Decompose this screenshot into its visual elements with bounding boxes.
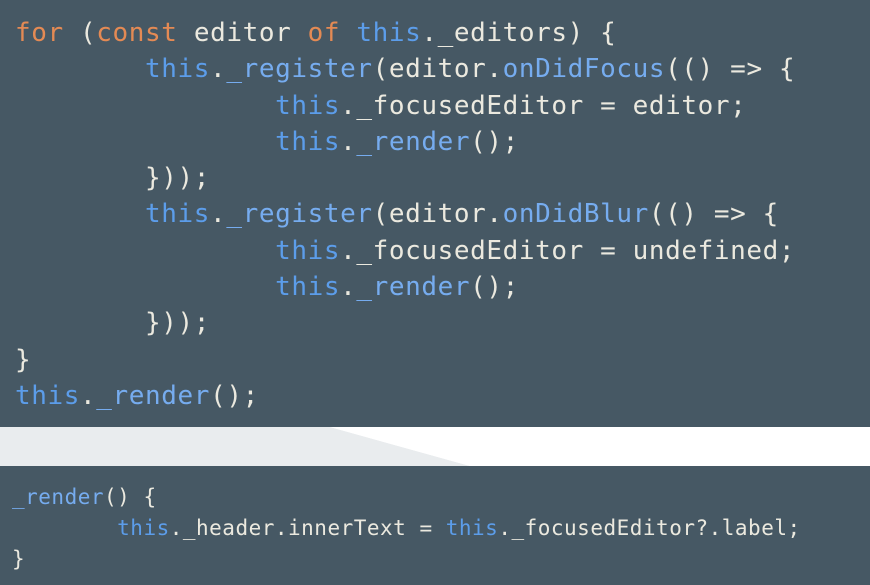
code-token: editor — [177, 18, 308, 48]
code-line: this._render(); — [15, 378, 870, 414]
code-token: (); — [210, 380, 259, 411]
code-line: this._register(editor.onDidFocus(() => { — [15, 51, 870, 87]
code-token: . — [210, 54, 227, 85]
code-line: this._header.innerText = this._focusedEd… — [12, 513, 870, 544]
code-panel-bottom: _render() { this._header.innerText = thi… — [0, 466, 870, 585]
panel-separator — [0, 427, 870, 466]
code-token: const — [96, 18, 178, 48]
code-token: this — [275, 235, 341, 266]
code-token: . — [340, 126, 357, 157]
code-line: this._register(editor.onDidBlur(() => { — [15, 196, 870, 232]
code-token: } — [15, 344, 32, 375]
code-token: ( — [63, 18, 97, 48]
code-token: _render — [356, 126, 471, 157]
code-token: this — [117, 516, 170, 540]
code-token: this — [275, 90, 341, 121]
code-token: _register — [226, 199, 373, 230]
code-line: } — [15, 342, 870, 378]
code-token: this — [275, 272, 341, 303]
code-token: ._header.innerText = — [169, 516, 446, 540]
code-panel-top: for (const editor of this._editors) { th… — [0, 0, 870, 427]
code-token: . — [210, 199, 227, 230]
code-token: })); — [145, 163, 211, 194]
code-token: ._editors) { — [421, 18, 617, 48]
code-token: this — [145, 54, 211, 85]
code-token: onDidFocus — [502, 54, 666, 85]
code-line: } — [12, 544, 870, 575]
code-line: this._render(); — [15, 124, 870, 160]
code-token: this — [356, 18, 422, 48]
code-token: this — [15, 380, 81, 411]
code-token: _register — [226, 54, 373, 85]
code-line: for (const editor of this._editors) { — [15, 15, 870, 51]
code-line: this._render(); — [15, 269, 870, 305]
code-token: (editor. — [372, 199, 503, 230]
code-line: })); — [15, 160, 870, 196]
code-token: this — [145, 199, 211, 230]
code-token: ._focusedEditor = undefined; — [340, 235, 796, 266]
code-token: this — [275, 126, 341, 157]
code-token: } — [12, 547, 26, 571]
code-token: })); — [145, 308, 211, 339]
code-token: (() => { — [665, 54, 796, 85]
code-token: (); — [470, 272, 519, 303]
code-line: })); — [15, 305, 870, 341]
code-token: of — [307, 18, 341, 48]
code-token: (editor. — [372, 54, 503, 85]
code-token: for — [15, 18, 64, 48]
code-token: ._focusedEditor?.label; — [498, 516, 801, 540]
code-token: (); — [470, 126, 519, 157]
code-token: (() => { — [648, 199, 779, 230]
code-token: . — [80, 380, 97, 411]
code-token: _render — [356, 272, 471, 303]
code-line: _render() { — [12, 482, 870, 513]
code-token: () { — [104, 485, 157, 509]
code-line: this._focusedEditor = editor; — [15, 88, 870, 124]
code-line: this._focusedEditor = undefined; — [15, 233, 870, 269]
code-token: this — [445, 516, 499, 540]
code-token: ._focusedEditor = editor; — [340, 90, 747, 121]
code-token: _render — [96, 380, 211, 411]
code-token: onDidBlur — [502, 199, 649, 230]
code-token: _render — [12, 485, 105, 509]
code-token: . — [340, 272, 357, 303]
